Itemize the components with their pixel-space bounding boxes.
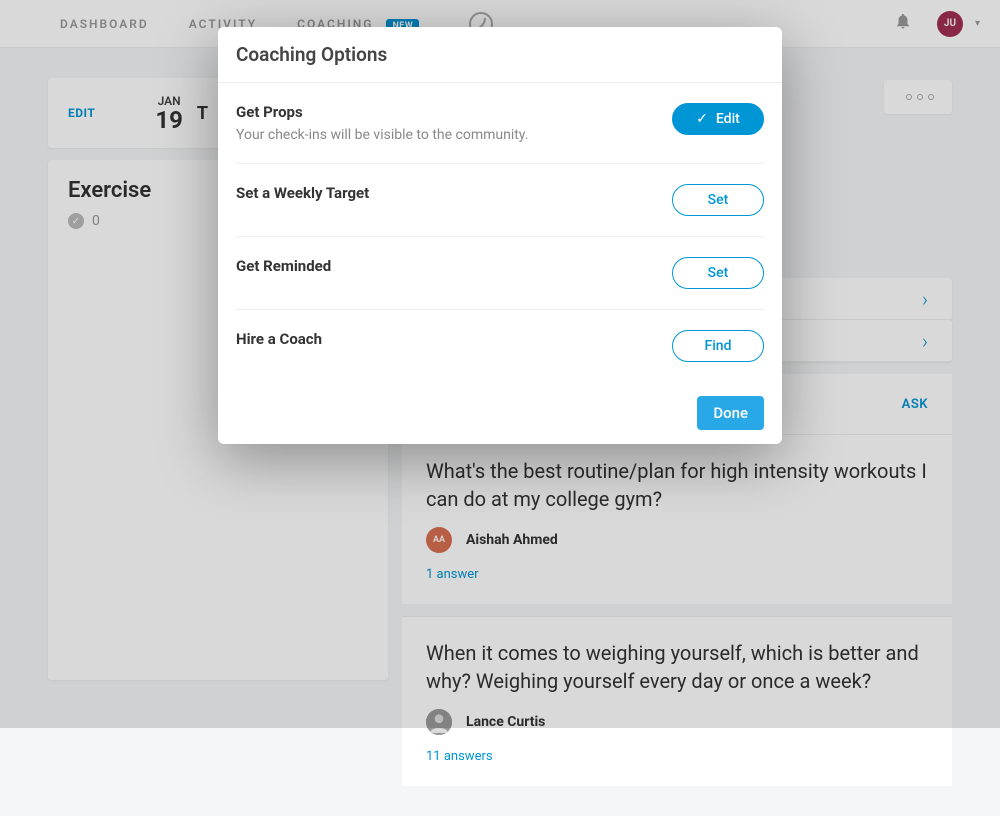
answer-count[interactable]: 11 answers [426, 749, 928, 764]
option-get-props: Get Props Your check-ins will be visible… [236, 83, 764, 164]
modal-title: Coaching Options [218, 27, 782, 83]
option-title: Set a Weekly Target [236, 184, 672, 202]
option-title: Get Props [236, 103, 672, 121]
check-icon: ✓ [696, 111, 708, 127]
edit-button[interactable]: ✓ Edit [672, 103, 764, 135]
done-button[interactable]: Done [697, 396, 764, 430]
option-hire-coach: Hire a Coach Find [236, 310, 764, 382]
option-weekly-target: Set a Weekly Target Set [236, 164, 764, 237]
set-button[interactable]: Set [672, 184, 764, 216]
coaching-options-modal: Coaching Options Get Props Your check-in… [218, 27, 782, 444]
set-button[interactable]: Set [672, 257, 764, 289]
option-title: Get Reminded [236, 257, 672, 275]
option-get-reminded: Get Reminded Set [236, 237, 764, 310]
find-button[interactable]: Find [672, 330, 764, 362]
button-label: Edit [716, 111, 740, 127]
option-desc: Your check-ins will be visible to the co… [236, 127, 672, 143]
option-title: Hire a Coach [236, 330, 672, 348]
